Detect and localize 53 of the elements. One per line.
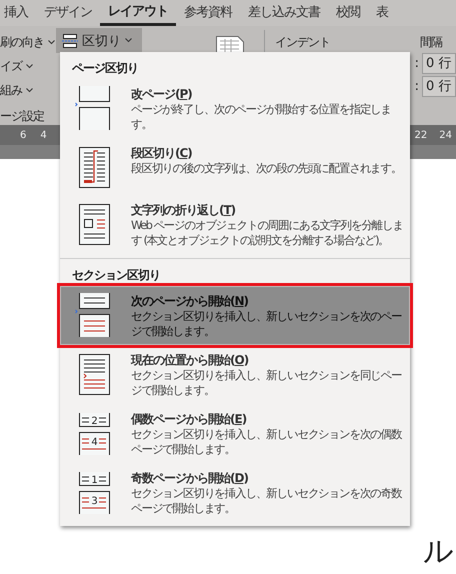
group-label: ージ設定 bbox=[0, 108, 45, 125]
item-title: 偶数ページから開始(E) bbox=[131, 411, 248, 427]
item-description: Web ページのオブジェクトの周囲にある文字列を分離します (本文とオブジェクトの説明文を分離する場合など)。 bbox=[131, 218, 404, 248]
spacing-field[interactable]: 0 行 bbox=[422, 53, 456, 74]
ribbon-dropdown[interactable]: イズ bbox=[0, 56, 56, 76]
spacing-field[interactable]: 0 行 bbox=[422, 76, 456, 97]
page-break-icon bbox=[75, 293, 111, 337]
item-description: セクション区切りを挿入し、新しいセクションを同じページで開始します。 bbox=[131, 368, 402, 398]
page-break-icon bbox=[62, 34, 78, 48]
ribbon-dropdown[interactable]: 組み bbox=[0, 80, 56, 100]
item-description: セクション区切りを挿入し、新しいセクションを次のページで開始します。 bbox=[131, 309, 402, 339]
ribbon-tab[interactable]: 挿入 bbox=[4, 0, 36, 26]
menu-item[interactable]: 段区切り(C) 段区切りの後の文字列は、次の段の先頭に配置されます。 bbox=[60, 138, 410, 195]
menu-item[interactable]: 改ページ(P) ページが終了し、次のページが開始する位置を指定します。 bbox=[60, 79, 410, 138]
menu-item[interactable]: 2 4 偶数ページから開始(E) セクション区切りを挿入し、新しいセクションを次の偶数ページで開始します。 bbox=[60, 404, 410, 463]
chevron-icon bbox=[48, 40, 55, 44]
section-header: セクション区切り bbox=[71, 267, 161, 284]
document-text: ル bbox=[423, 533, 454, 571]
item-title: 段区切り(C) bbox=[131, 145, 193, 161]
indent-label: インデント bbox=[275, 34, 330, 51]
chevron-icon bbox=[26, 88, 33, 92]
item-description: セクション区切りを挿入し、新しいセクションを次の偶数ページで開始します。 bbox=[131, 427, 403, 457]
ruler-number: 4 bbox=[40, 130, 47, 140]
ribbon-tab[interactable]: デザイン bbox=[36, 0, 100, 26]
field-label: : bbox=[414, 79, 419, 94]
ruler-number: 24 bbox=[439, 130, 452, 140]
menu-item[interactable]: 現在の位置から開始(O) セクション区切りを挿入し、新しいセクションを同じページで開始します。 bbox=[60, 345, 410, 404]
item-description: 段区切りの後の文字列は、次の段の先頭に配置されます。 bbox=[131, 161, 402, 176]
menu-item[interactable]: 次のページから開始(N) セクション区切りを挿入し、新しいセクションを次のページで開始します。 bbox=[60, 286, 410, 345]
ribbon-tab[interactable]: 参考資料 bbox=[176, 0, 240, 26]
ruler-number: 6 bbox=[20, 130, 26, 140]
spacing-label: 間隔 bbox=[420, 34, 442, 51]
item-title: 次のページから開始(N) bbox=[131, 293, 250, 309]
chevron-icon bbox=[125, 38, 132, 43]
breaks-button[interactable]: 区切り bbox=[56, 28, 142, 53]
section-header: ページ区切り bbox=[71, 60, 139, 77]
ribbon-tab[interactable]: 差し込み文書 bbox=[240, 0, 328, 26]
item-title: 現在の位置から開始(O) bbox=[131, 352, 250, 368]
document-icon[interactable] bbox=[216, 36, 244, 52]
item-description: セクション区切りを挿入し、新しいセクションを次の奇数ページで開始します。 bbox=[131, 486, 403, 516]
ribbon-dropdown[interactable]: 刷の向き bbox=[0, 32, 56, 52]
ruler-number: 22 bbox=[414, 130, 428, 140]
item-title: 改ページ(P) bbox=[131, 86, 193, 102]
item-title: 奇数ページから開始(D) bbox=[131, 470, 249, 486]
ribbon-tab[interactable]: 表 bbox=[368, 0, 396, 26]
ribbon-tab[interactable]: 校閲 bbox=[328, 0, 368, 26]
item-title: 文字列の折り返し(T) bbox=[131, 202, 236, 218]
item-description: ページが終了し、次のページが開始する位置を指定します。 bbox=[131, 102, 392, 132]
menu-item[interactable]: 文字列の折り返し(T) Web ページのオブジェクトの周囲にある文字列を分離します (本文とオブジェクトの説明文を分離する場合など)。 bbox=[60, 195, 410, 254]
page-break-icon bbox=[75, 86, 111, 130]
field-label: : bbox=[414, 56, 419, 71]
chevron-icon bbox=[26, 64, 33, 68]
menu-item[interactable]: 1 3 奇数ページから開始(D) セクション区切りを挿入し、新しいセクションを次の奇数ページで開始します。 bbox=[60, 463, 410, 522]
